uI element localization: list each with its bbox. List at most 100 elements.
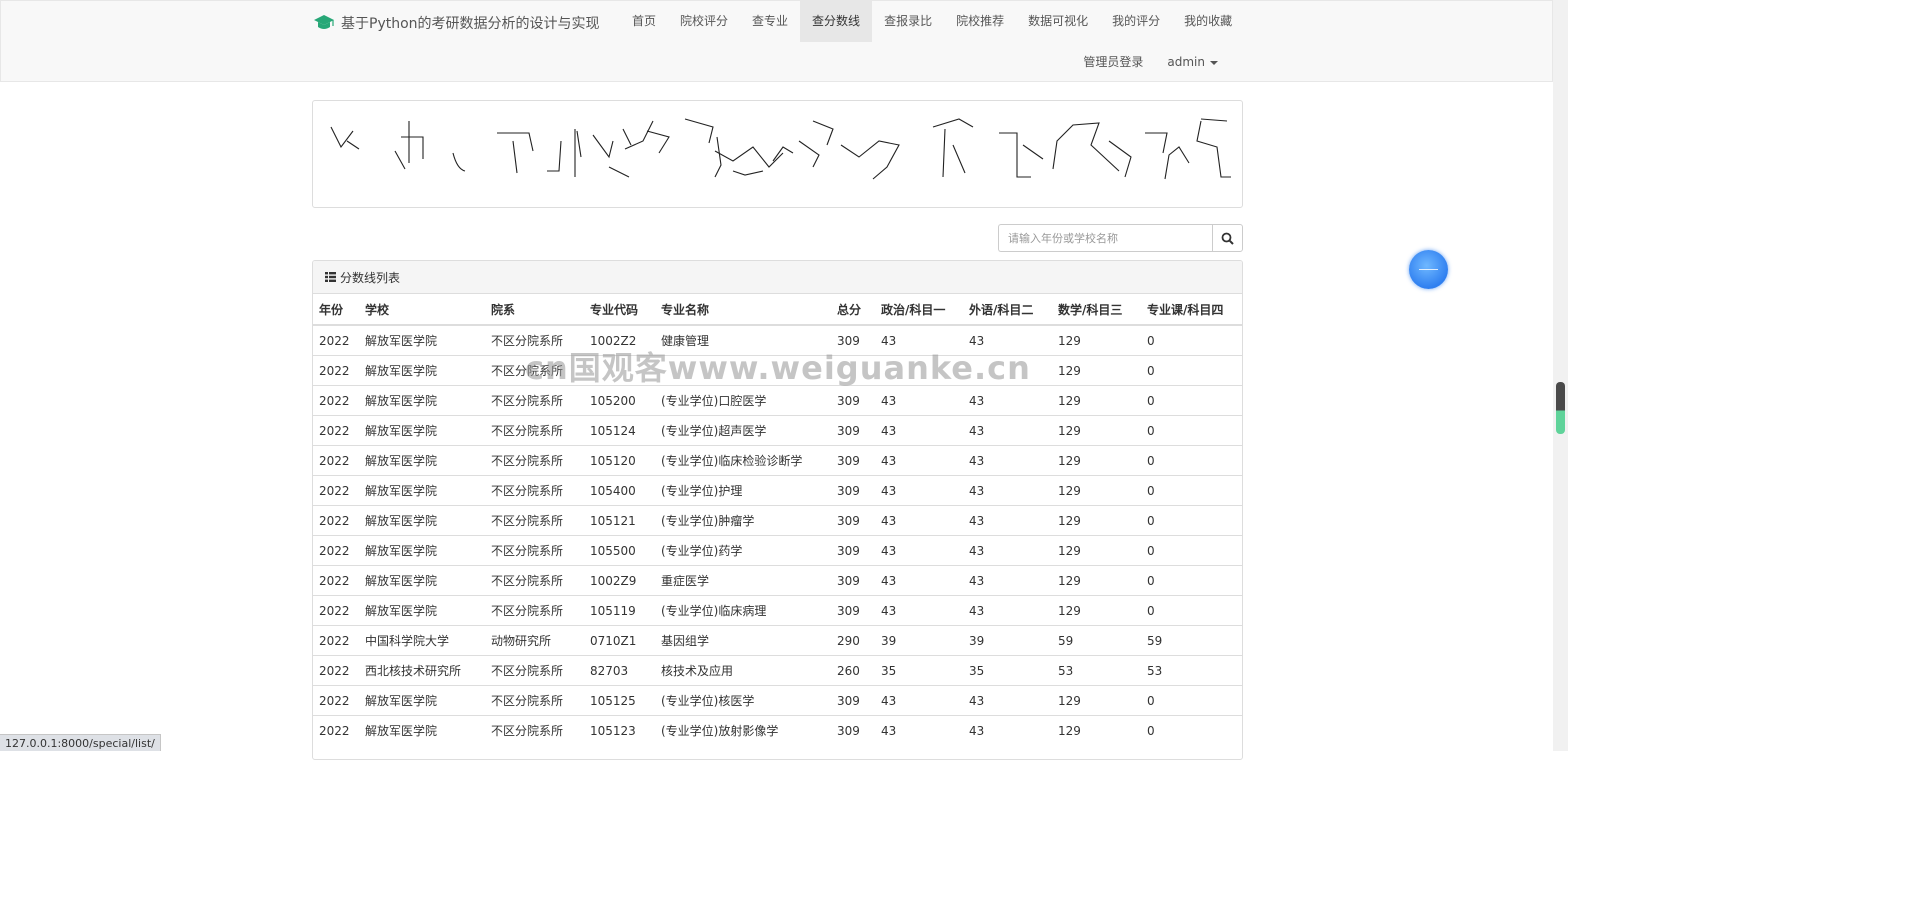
table-row[interactable]: 2022 中国科学院大学 动物研究所 0710Z1 基因组学 290 39 39 59 59 bbox=[313, 625, 1242, 656]
table-cell: 2022 bbox=[313, 355, 359, 386]
nav-item-score-lines[interactable]: 查分数线 bbox=[800, 1, 873, 42]
table-cell bbox=[875, 355, 963, 386]
column-header-major-name[interactable]: 专业名称 bbox=[655, 294, 831, 326]
table-row[interactable]: 2022 解放军医学院 不区分院系所 105400 (专业学位)护理 309 43 43 129… bbox=[313, 475, 1242, 506]
page-scrollbar[interactable] bbox=[1553, 0, 1568, 751]
table-cell: (专业学位)药学 bbox=[655, 535, 831, 566]
column-header-subject-1[interactable]: 政治/科目一 bbox=[875, 294, 963, 326]
table-cell: 0 bbox=[1141, 385, 1242, 416]
table-cell: 2022 bbox=[313, 475, 359, 506]
table-cell: 39 bbox=[963, 625, 1052, 656]
column-header-school[interactable]: 学校 bbox=[359, 294, 485, 326]
table-cell: 0 bbox=[1141, 685, 1242, 716]
brand[interactable]: 基于Python的考研数据分析的设计与实现 bbox=[313, 13, 600, 33]
nav-menu: 首页 院校评分 查专业 查分数线 查报录比 院校推荐 数据可视化 我的评分 我的… bbox=[620, 1, 1244, 42]
captcha-banner bbox=[312, 100, 1243, 208]
table-row[interactable]: 2022 解放军医学院 不区分院系所 105120 (专业学位)临床检验诊断学 309 43… bbox=[313, 445, 1242, 476]
nav-item-home[interactable]: 首页 bbox=[620, 1, 668, 42]
table-cell: 43 bbox=[875, 685, 963, 716]
column-header-year[interactable]: 年份 bbox=[313, 294, 359, 326]
column-header-department[interactable]: 院系 bbox=[485, 294, 584, 326]
table-cell: 129 bbox=[1052, 685, 1141, 716]
nav-item-visualization[interactable]: 数据可视化 bbox=[1016, 1, 1100, 42]
table-row[interactable]: 2022 解放军医学院 不区分院系所 1002Z2 健康管理 309 43 43 129 0 bbox=[313, 324, 1242, 356]
table-row[interactable]: 2022 西北核技术研究所 不区分院系所 82703 核技术及应用 260 35 35 53 53 bbox=[313, 655, 1242, 686]
table-cell: 290 bbox=[831, 625, 875, 656]
table-cell: (专业学位)口腔医学 bbox=[655, 385, 831, 416]
table-cell: 129 bbox=[1052, 355, 1141, 386]
table-cell: 0 bbox=[1141, 565, 1242, 596]
user-menu[interactable]: admin bbox=[1155, 42, 1230, 83]
column-header-subject-2[interactable]: 外语/科目二 bbox=[963, 294, 1052, 326]
distorted-text-image bbox=[330, 118, 1231, 180]
table-cell: 2022 bbox=[313, 565, 359, 596]
scrollbar-thumb[interactable] bbox=[1556, 382, 1565, 434]
table-cell: 2022 bbox=[313, 685, 359, 716]
table-cell: 不区分院系所 bbox=[485, 565, 584, 596]
nav-item-school-rating[interactable]: 院校评分 bbox=[668, 1, 740, 42]
nav-item-school-recommend[interactable]: 院校推荐 bbox=[944, 1, 1016, 42]
table-row[interactable]: 2022 解放军医学院 不区分院系所 1002Z9 重症医学 309 43 43 129 0 bbox=[313, 565, 1242, 596]
score-line-panel: 分数线列表 年份 学校 院系 专业代码 专业名称 总分 政治/科目一 外语/科目… bbox=[312, 260, 1243, 760]
score-line-table: 年份 学校 院系 专业代码 专业名称 总分 政治/科目一 外语/科目二 数学/科… bbox=[313, 294, 1242, 745]
nav-item-my-ratings[interactable]: 我的评分 bbox=[1100, 1, 1172, 42]
table-cell: 不区分院系所 bbox=[485, 385, 584, 416]
table-cell: 309 bbox=[831, 385, 875, 416]
table-cell: 53 bbox=[1052, 655, 1141, 686]
table-cell: 2022 bbox=[313, 324, 359, 356]
table-row[interactable]: 2022 解放军医学院 不区分院系所 105119 (专业学位)临床病理 309 43 43 1… bbox=[313, 595, 1242, 626]
table-cell: (专业学位)超声医学 bbox=[655, 415, 831, 446]
table-cell: 35 bbox=[963, 655, 1052, 686]
table-cell: (专业学位)核医学 bbox=[655, 685, 831, 716]
column-header-major-code[interactable]: 专业代码 bbox=[584, 294, 655, 326]
table-cell: 309 bbox=[831, 595, 875, 626]
table-cell: 2022 bbox=[313, 505, 359, 536]
table-cell: 解放军医学院 bbox=[359, 685, 485, 716]
table-cell: 105121 bbox=[584, 505, 655, 536]
admin-login-link[interactable]: 管理员登录 bbox=[1071, 42, 1155, 83]
user-name: admin bbox=[1167, 55, 1205, 69]
table-cell: 129 bbox=[1052, 505, 1141, 536]
graduation-cap-icon bbox=[314, 15, 334, 29]
table-cell: 43 bbox=[963, 565, 1052, 596]
search-button[interactable] bbox=[1212, 224, 1243, 252]
table-cell: 解放军医学院 bbox=[359, 324, 485, 356]
table-cell: 129 bbox=[1052, 535, 1141, 566]
table-cell: 1002Z2 bbox=[584, 324, 655, 356]
table-row[interactable]: 2022 解放军医学院 不区分院系所 105123 (专业学位)放射影像学 309 43 43… bbox=[313, 715, 1242, 745]
column-header-subject-3[interactable]: 数学/科目三 bbox=[1052, 294, 1141, 326]
navbar: 基于Python的考研数据分析的设计与实现 首页 院校评分 查专业 查分数线 查… bbox=[0, 0, 1553, 82]
table-cell: 105119 bbox=[584, 595, 655, 626]
column-header-subject-4[interactable]: 专业课/科目四 bbox=[1141, 294, 1242, 326]
column-header-total[interactable]: 总分 bbox=[831, 294, 875, 326]
table-cell: 解放军医学院 bbox=[359, 505, 485, 536]
table-cell bbox=[584, 355, 655, 386]
table-cell: 309 bbox=[831, 685, 875, 716]
search-input[interactable] bbox=[998, 224, 1212, 252]
table-cell: 129 bbox=[1052, 595, 1141, 626]
nav-item-my-favorites[interactable]: 我的收藏 bbox=[1172, 1, 1244, 42]
table-row[interactable]: 2022 解放军医学院 不区分院系所 105124 (专业学位)超声医学 309 43 43 1… bbox=[313, 415, 1242, 446]
table-cell: 43 bbox=[963, 535, 1052, 566]
table-row[interactable]: 2022 解放军医学院 不区分院系所 129 0 bbox=[313, 355, 1242, 386]
table-row[interactable]: 2022 解放军医学院 不区分院系所 105500 (专业学位)药学 309 43 43 129… bbox=[313, 535, 1242, 566]
table-row[interactable]: 2022 解放军医学院 不区分院系所 105121 (专业学位)肿瘤学 309 43 43 12… bbox=[313, 505, 1242, 536]
brand-title: 基于Python的考研数据分析的设计与实现 bbox=[341, 16, 600, 32]
table-cell: 43 bbox=[875, 565, 963, 596]
table-cell: 43 bbox=[875, 715, 963, 745]
floating-assistant-button[interactable] bbox=[1409, 250, 1448, 289]
table-cell: 43 bbox=[963, 685, 1052, 716]
table-cell: 105125 bbox=[584, 685, 655, 716]
table-cell: 129 bbox=[1052, 415, 1141, 446]
nav-item-majors[interactable]: 查专业 bbox=[740, 1, 800, 42]
table-cell: 动物研究所 bbox=[485, 625, 584, 656]
table-cell: 不区分院系所 bbox=[485, 475, 584, 506]
table-row[interactable]: 2022 解放军医学院 不区分院系所 105125 (专业学位)核医学 309 43 43 12… bbox=[313, 685, 1242, 716]
table-cell: 53 bbox=[1141, 655, 1242, 686]
nav-item-admission-ratio[interactable]: 查报录比 bbox=[872, 1, 944, 42]
table-cell: 1002Z9 bbox=[584, 565, 655, 596]
table-cell: 解放军医学院 bbox=[359, 715, 485, 745]
table-cell: 2022 bbox=[313, 415, 359, 446]
table-cell: 105500 bbox=[584, 535, 655, 566]
table-row[interactable]: 2022 解放军医学院 不区分院系所 105200 (专业学位)口腔医学 309 43 43 1… bbox=[313, 385, 1242, 416]
